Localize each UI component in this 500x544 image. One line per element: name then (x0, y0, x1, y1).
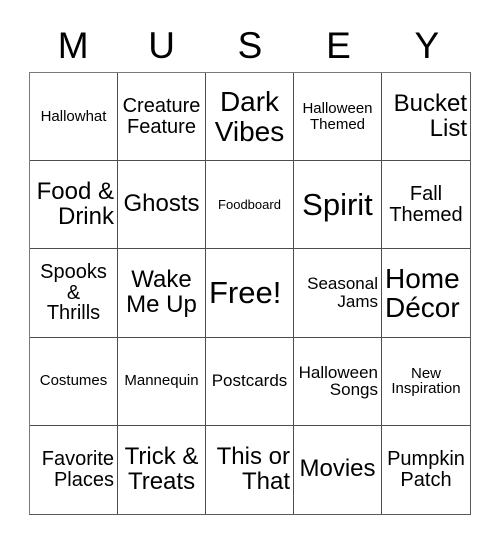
bingo-cell[interactable]: Spirit (294, 161, 382, 250)
bingo-cell-label: Foodboard (218, 197, 281, 213)
bingo-card: M U S E Y Hallowhat Creature Feature Dar… (0, 0, 500, 544)
bingo-cell-label: Seasonal Jams (307, 274, 378, 311)
bingo-cell-label: Hallowhat (40, 107, 107, 125)
bingo-cell-label: Food & Drink (36, 177, 114, 230)
bingo-cell[interactable]: Home Décor (382, 249, 470, 338)
header-letter-s: S (237, 24, 263, 66)
bingo-cell-label: Ghosts (123, 190, 200, 218)
bingo-cell-label: Spirit (302, 186, 373, 222)
bingo-cell-label: Movies (299, 455, 376, 483)
bingo-cell-label: Bucket List (393, 89, 467, 142)
bingo-cell[interactable]: Ghosts (118, 161, 206, 250)
bingo-cell-free[interactable]: Free! (206, 249, 294, 338)
bingo-cell[interactable]: Mannequin (118, 337, 206, 426)
bingo-cell[interactable]: Bucket List (382, 73, 470, 162)
header-letter-u: U (148, 24, 175, 66)
bingo-cell-label: This or That (216, 442, 290, 495)
bingo-cell-label: Wake Me Up (126, 266, 197, 318)
bingo-cell[interactable]: Costumes (30, 337, 118, 426)
bingo-cell[interactable]: Food & Drink (30, 161, 118, 250)
bingo-cell[interactable]: Fall Themed (382, 161, 470, 250)
bingo-cell[interactable]: Creature Feature (118, 73, 206, 162)
bingo-cell[interactable]: Foodboard (206, 161, 294, 250)
bingo-cell-label: Halloween Themed (302, 100, 373, 133)
bingo-cell-label: Pumpkin Patch (387, 448, 465, 491)
header-letter-y: Y (414, 24, 440, 66)
bingo-cell-label: Favorite Places (41, 448, 114, 491)
bingo-cell[interactable]: Halloween Themed (294, 73, 382, 162)
header-letter-m: M (57, 24, 89, 66)
bingo-grid: Hallowhat Creature Feature Dark Vibes Ha… (29, 72, 471, 515)
bingo-cell[interactable]: Pumpkin Patch (382, 425, 470, 514)
header-letter-e: E (326, 24, 351, 66)
bingo-cell-label: Home Décor (385, 262, 460, 323)
bingo-cell-label: New Inspiration (391, 364, 461, 398)
bingo-cell[interactable]: Wake Me Up (118, 249, 206, 338)
bingo-cell-label: Spooks & Thrills (40, 260, 107, 325)
bingo-cell[interactable]: New Inspiration (382, 337, 470, 426)
bingo-cell-label: Halloween Songs (298, 362, 378, 400)
bingo-cell[interactable]: This or That (206, 425, 294, 514)
bingo-cell[interactable]: Movies (294, 425, 382, 514)
bingo-header-letters: M U S E Y (29, 18, 471, 72)
bingo-cell-label: Mannequin (124, 372, 199, 390)
bingo-cell[interactable]: Trick & Treats (118, 425, 206, 514)
bingo-cell-label: Postcards (211, 371, 288, 391)
bingo-cell[interactable]: Hallowhat (30, 73, 118, 162)
bingo-cell-label: Creature Feature (122, 94, 201, 138)
bingo-cell-label: Free! (209, 274, 282, 310)
bingo-cell[interactable]: Postcards (206, 337, 294, 426)
bingo-cell-label: Fall Themed (389, 182, 463, 226)
bingo-cell-label: Dark Vibes (214, 86, 285, 147)
bingo-cell[interactable]: Favorite Places (30, 425, 118, 514)
bingo-cell-label: Trick & Treats (124, 442, 199, 495)
bingo-cell[interactable]: Halloween Songs (294, 337, 382, 426)
bingo-cell-label: Costumes (39, 372, 108, 390)
bingo-cell[interactable]: Spooks & Thrills (30, 249, 118, 338)
bingo-cell[interactable]: Dark Vibes (206, 73, 294, 162)
bingo-cell[interactable]: Seasonal Jams (294, 249, 382, 338)
